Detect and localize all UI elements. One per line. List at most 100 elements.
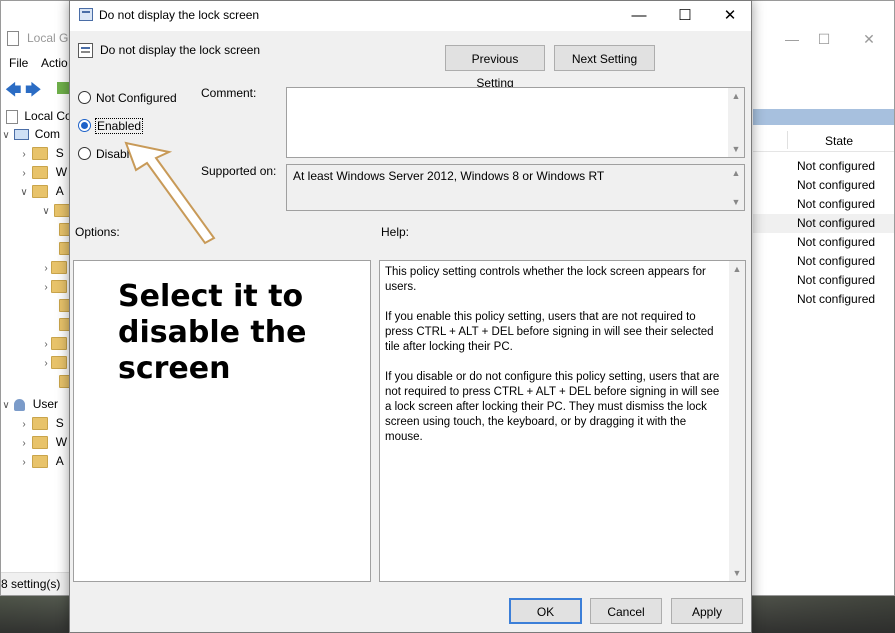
enabled-label: Enabled <box>94 118 144 134</box>
state-cell: Not configured <box>797 178 876 192</box>
header-band <box>753 109 894 125</box>
help-scrollbar[interactable]: ▲ ▼ <box>729 261 745 581</box>
chevron-right-icon[interactable]: › <box>41 358 51 369</box>
state-cell: Not configured <box>797 273 876 287</box>
disabled-label: Disabled <box>96 147 143 161</box>
radio-checked-icon[interactable] <box>78 119 91 132</box>
chevron-right-icon[interactable]: › <box>19 419 29 430</box>
supported-scrollbar[interactable]: ▲ ▼ <box>728 165 744 210</box>
chevron-down-icon[interactable]: ∨ <box>19 187 29 198</box>
state-cell: Not configured <box>753 214 894 233</box>
tree-item-label: Com <box>34 127 61 141</box>
scroll-up-icon[interactable]: ▲ <box>728 88 744 104</box>
tree-item-label: S <box>55 416 64 430</box>
notepad-icon <box>7 31 19 46</box>
comment-label: Comment: <box>201 86 257 100</box>
folder-icon <box>51 337 67 351</box>
not-configured-label: Not Configured <box>96 91 177 105</box>
forward-arrow-icon[interactable]: 🡆 <box>25 79 42 106</box>
chevron-down-icon[interactable]: ∨ <box>1 400 11 411</box>
comment-scrollbar[interactable]: ▲ ▼ <box>728 88 744 157</box>
annotation-text: Select it to disable the screen <box>118 279 306 387</box>
folder-icon <box>32 185 49 199</box>
computer-icon <box>14 129 30 141</box>
disabled-radio[interactable]: Disabled <box>78 145 143 163</box>
tree-item-label: W <box>55 165 68 179</box>
list-header: State <box>753 129 894 152</box>
tree-item[interactable]: ∨ Com <box>1 127 71 145</box>
ok-button[interactable]: OK <box>509 598 582 624</box>
state-cell: Not configured <box>797 235 876 249</box>
help-label: Help: <box>381 225 410 239</box>
maximize-icon[interactable]: ☐ <box>814 29 834 49</box>
supported-on-label: Supported on: <box>201 164 277 178</box>
bg-window-title: Local Gr <box>27 31 73 45</box>
chevron-right-icon[interactable]: › <box>19 149 29 160</box>
column-separator <box>787 131 788 149</box>
tree-item-label: S <box>55 146 64 160</box>
folder-icon <box>32 417 49 431</box>
comment-textarea[interactable]: ▲ ▼ <box>286 87 745 158</box>
radio-icon[interactable] <box>78 147 91 160</box>
chevron-down-icon[interactable]: ∨ <box>1 130 11 141</box>
folder-icon <box>51 356 67 370</box>
chevron-down-icon[interactable]: ∨ <box>41 206 51 217</box>
scroll-down-icon[interactable]: ▼ <box>729 565 745 581</box>
tree-item-label: A <box>55 184 64 198</box>
radio-icon[interactable] <box>78 91 91 104</box>
folder-up-icon[interactable] <box>57 82 69 94</box>
menu-file[interactable]: File <box>9 56 28 70</box>
tree-item[interactable]: Local Co <box>1 109 72 127</box>
minimize-icon[interactable]: — <box>625 5 653 27</box>
annotation-line: screen <box>118 351 231 386</box>
next-setting-button[interactable]: Next Setting <box>554 45 655 71</box>
chevron-right-icon[interactable]: › <box>41 339 51 350</box>
state-cell: Not configured <box>797 197 876 211</box>
supported-on-field: At least Windows Server 2012, Windows 8 … <box>286 164 745 211</box>
help-paragraph: If you enable this policy setting, users… <box>385 311 714 353</box>
enabled-radio[interactable]: Enabled <box>78 117 144 135</box>
scroll-up-icon[interactable]: ▲ <box>728 165 744 181</box>
tree-item-label: W <box>55 435 68 449</box>
dialog-title: Do not display the lock screen <box>99 8 260 22</box>
chevron-right-icon[interactable]: › <box>19 168 29 179</box>
folder-icon <box>51 280 67 294</box>
minimize-icon[interactable]: — <box>782 29 802 49</box>
supported-on-value: At least Windows Server 2012, Windows 8 … <box>293 169 605 183</box>
scroll-up-icon[interactable]: ▲ <box>729 261 745 277</box>
chevron-right-icon[interactable]: › <box>41 263 51 274</box>
maximize-icon[interactable]: ☐ <box>671 5 699 27</box>
scroll-down-icon[interactable]: ▼ <box>728 141 744 157</box>
annotation-line: Select it to <box>118 279 304 314</box>
menu-action[interactable]: Actio <box>41 56 68 70</box>
tree-item-label: Local Co <box>24 109 72 123</box>
tree-item-label: A <box>55 454 64 468</box>
help-text: This policy setting controls whether the… <box>385 265 725 460</box>
folder-icon <box>32 455 49 469</box>
scroll-down-icon[interactable]: ▼ <box>728 194 744 210</box>
status-text: 8 setting(s) <box>1 577 61 591</box>
policy-name: Do not display the lock screen <box>100 43 261 57</box>
chevron-right-icon[interactable]: › <box>19 438 29 449</box>
folder-icon <box>54 204 71 218</box>
options-label: Options: <box>75 225 120 239</box>
not-configured-radio[interactable]: Not Configured <box>78 89 177 107</box>
bg-tree: Local Co ∨ Com › S › W ∨ A ∨ › › › › ∨ U… <box>1 105 75 575</box>
chevron-right-icon[interactable]: › <box>19 457 29 468</box>
policy-doc-icon <box>6 109 18 124</box>
close-icon[interactable]: ✕ <box>859 29 879 49</box>
policy-dialog: Do not display the lock screen — ☐ ✕ Do … <box>69 0 752 633</box>
back-arrow-icon[interactable]: 🡄 <box>5 79 22 106</box>
cancel-button[interactable]: Cancel <box>590 598 662 624</box>
folder-icon <box>32 436 49 450</box>
status-bar: 8 setting(s) <box>1 572 71 595</box>
previous-setting-button[interactable]: Previous Setting <box>445 45 545 90</box>
chevron-right-icon[interactable]: › <box>41 282 51 293</box>
close-icon[interactable]: ✕ <box>716 5 744 27</box>
policy-setting-icon <box>78 43 93 58</box>
state-column-header[interactable]: State <box>825 134 853 148</box>
help-paragraph: This policy setting controls whether the… <box>385 266 706 293</box>
help-panel: This policy setting controls whether the… <box>379 260 746 582</box>
tree-item[interactable]: ∨ User <box>1 397 71 415</box>
apply-button[interactable]: Apply <box>671 598 743 624</box>
